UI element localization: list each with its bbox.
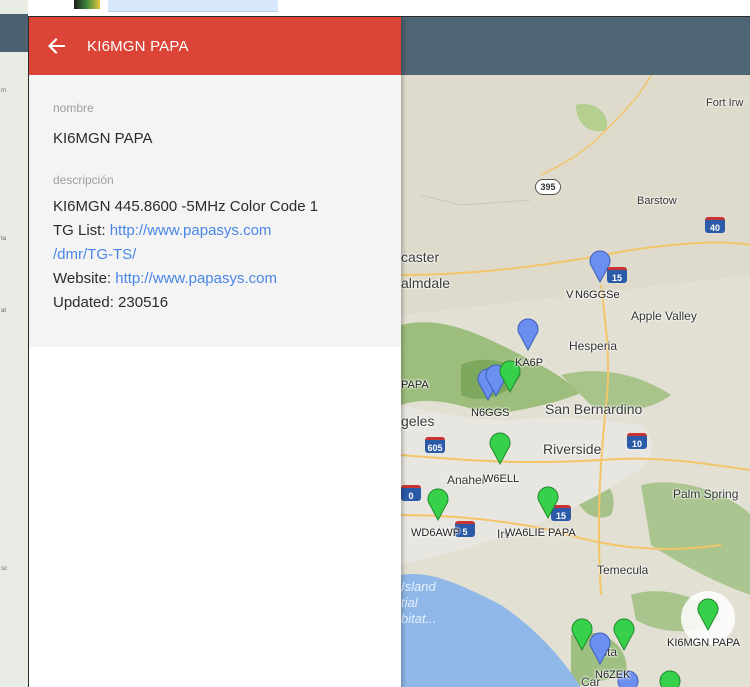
station-label-n6zek: N6ZEK	[595, 669, 631, 681]
highway-shield: 40	[705, 217, 725, 233]
name-label: nombre	[53, 101, 94, 115]
map-view[interactable]: Fort Irw Barstow caster almdale Apple Va…	[401, 17, 750, 687]
website-line: Website: http://www.papasys.com	[53, 267, 318, 291]
station-label-v: V	[566, 289, 574, 301]
map-label-san-bernardino: San Bernardino	[545, 401, 643, 417]
station-label-ki6mgn: KI6MGN PAPA	[667, 637, 740, 649]
name-value: KI6MGN PAPA	[53, 130, 153, 147]
screen: m ta at sc Fort Irw Barstow caster almda…	[0, 0, 750, 687]
tg-list-line: TG List: http://www.papasys.com	[53, 219, 318, 243]
website-link[interactable]: http://www.papasys.com	[115, 270, 277, 287]
background-text: ta	[1, 236, 7, 242]
highway-shield: 395	[535, 179, 561, 195]
taskbar-tab[interactable]	[108, 0, 278, 12]
panel-body: nombre KI6MGN PAPA descripción KI6MGN 44…	[29, 75, 401, 347]
map-marker-green[interactable]	[611, 615, 637, 651]
description-label: descripción	[53, 173, 114, 187]
map-marker-green[interactable]	[657, 667, 683, 687]
map-label-barstow: Barstow	[637, 195, 677, 207]
arrow-left-icon	[48, 38, 65, 54]
background-text: sc	[1, 566, 7, 572]
background-text: at	[1, 308, 7, 314]
background-app-strip: m ta at sc	[0, 0, 28, 687]
highway-shield: 10	[627, 433, 647, 449]
map-label-island: Island	[401, 579, 436, 594]
description-value: KI6MGN 445.8600 -5MHz Color Code 1 TG Li…	[53, 195, 318, 315]
panel-title: KI6MGN PAPA	[87, 38, 189, 55]
station-label-wd6awp: WD6AWP	[411, 527, 461, 539]
map-marker-green[interactable]	[535, 483, 561, 519]
app-window: Fort Irw Barstow caster almdale Apple Va…	[28, 16, 750, 687]
station-label-n6ggse: N6GGSe	[575, 289, 620, 301]
map-label-riverside: Riverside	[543, 441, 602, 457]
map-label-palm-springs: Palm Spring	[673, 487, 739, 501]
station-label-wa6lie: WA6LIE PAPA	[505, 527, 576, 539]
background-text: m	[1, 88, 6, 94]
tg-list-link-continued[interactable]: /dmr/TG-TS/	[53, 243, 318, 267]
highway-shield: 0	[401, 485, 421, 501]
details-panel: KI6MGN PAPA nombre KI6MGN PAPA descripci…	[29, 17, 401, 687]
map-marker-selected[interactable]	[695, 595, 721, 631]
station-label-w6ell: W6ELL	[483, 473, 520, 485]
back-button[interactable]	[43, 32, 71, 60]
map-label-atial: tial	[401, 595, 418, 610]
highway-shield: 605	[425, 437, 445, 453]
panel-header: KI6MGN PAPA	[29, 17, 401, 75]
map-label-lancaster: caster	[401, 249, 440, 265]
updated-line: Updated: 230516	[53, 294, 169, 311]
background-app-header	[0, 14, 28, 52]
station-label-n6ggs: N6GGS	[471, 407, 510, 419]
map-marker-green[interactable]	[425, 485, 451, 521]
map-marker-blue[interactable]	[515, 315, 541, 351]
map-label-los-angeles: geles	[401, 413, 435, 429]
map-marker-green[interactable]	[487, 429, 513, 465]
map-label-bitat: bitat...	[401, 611, 437, 626]
map-marker-green[interactable]	[569, 615, 595, 651]
map-marker-blue[interactable]	[587, 247, 613, 283]
map-label-papa: PAPA	[401, 379, 429, 391]
website-prefix: Website:	[53, 270, 116, 287]
tg-list-link[interactable]: http://www.papasys.com	[110, 222, 272, 239]
taskbar-icon[interactable]	[74, 0, 100, 9]
station-label-ka6p: KA6P	[515, 357, 544, 369]
description-line: KI6MGN 445.8600 -5MHz Color Code 1	[53, 198, 319, 215]
map-toolbar	[401, 17, 750, 75]
map-label-temecula: Temecula	[597, 563, 649, 577]
tg-list-prefix: TG List:	[53, 222, 110, 239]
map-label-palmdale: almdale	[401, 275, 451, 291]
map-label-apple-valley: Apple Valley	[631, 309, 697, 323]
map-label-fort-irwin: Fort Irw	[706, 97, 744, 109]
map-label-hesperia: Hesperia	[569, 339, 618, 353]
map-label-anaheim: Anahei	[447, 473, 485, 487]
